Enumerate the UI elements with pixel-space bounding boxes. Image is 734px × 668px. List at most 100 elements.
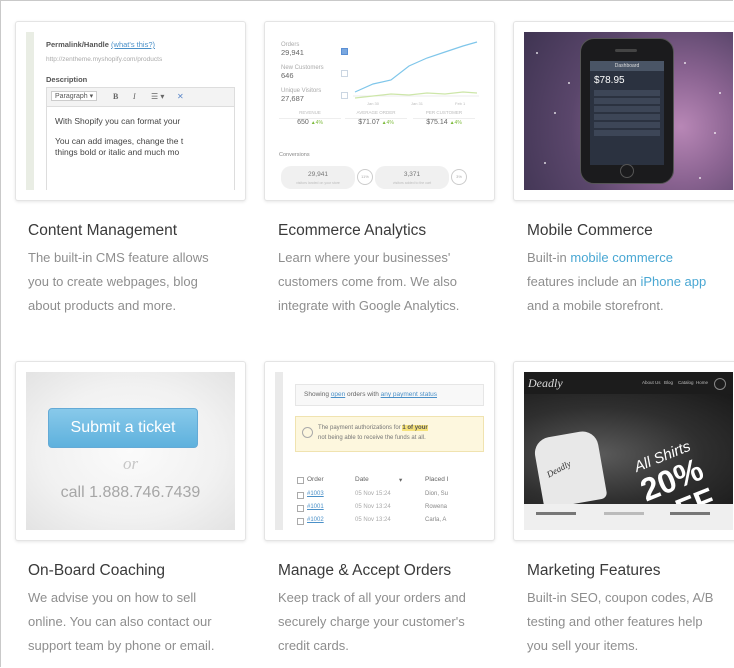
description-line: and a mobile storefront.	[527, 298, 664, 313]
description-line: Built-in SEO, coupon codes, A/B	[527, 590, 714, 605]
support-phone: call 1.888.746.7439	[60, 484, 201, 501]
feature-title: Content Management	[28, 222, 178, 239]
nav-link[interactable]: Home	[696, 380, 708, 385]
description-line: The built-in CMS feature allows	[28, 250, 209, 265]
order-date: 05 Nov 13:24	[355, 517, 391, 523]
bold-icon[interactable]: B	[113, 92, 118, 101]
whats-this-link[interactable]: (what's this?)	[111, 40, 155, 49]
description-line: you sell your items.	[527, 638, 639, 653]
column-placed-by[interactable]: Placed I	[425, 476, 449, 483]
editor-line: With Shopify you can format your	[55, 116, 181, 126]
phone-header: Dashboard	[590, 61, 664, 71]
nav-link[interactable]: Blog	[664, 380, 673, 385]
description-line: Learn where your businesses'	[278, 250, 451, 265]
kpi-orders: Orders 29,941	[281, 42, 304, 57]
editor-toolbar: Paragraph ▾ B I ☰ ▾ ✕	[46, 87, 235, 107]
column-order[interactable]: Order	[307, 476, 324, 483]
list-icon[interactable]: ☰ ▾	[151, 92, 164, 101]
phone-amount: $78.95	[594, 75, 625, 86]
feature-description: Built-in mobile commerce features include…	[527, 246, 732, 318]
order-customer: Carla, A	[425, 517, 447, 523]
permalink-label: Permalink/Handle (what's this?)	[46, 40, 155, 49]
kpi-checkbox[interactable]	[341, 70, 348, 77]
sidebar-strip	[26, 32, 34, 190]
column-date[interactable]: Date	[355, 476, 369, 483]
funnel-percent: 11%	[357, 169, 373, 185]
orders-screenshot: Showing open orders with any payment sta…	[264, 361, 495, 541]
nav-link[interactable]: About Us	[642, 380, 661, 385]
kpi-new-customers: New Customers 646	[281, 65, 324, 80]
store-logo: Deadly	[528, 376, 563, 390]
filter-open-link[interactable]: open	[331, 391, 345, 398]
order-link[interactable]: #1002	[307, 517, 324, 523]
kpi-unique-visitors: Unique Visitors 27,687	[281, 88, 322, 103]
description-line: integrate with Google Analytics.	[278, 298, 460, 313]
row-checkbox[interactable]	[297, 518, 304, 525]
order-customer: Dion, Su	[425, 491, 449, 497]
link-icon[interactable]: ✕	[177, 92, 184, 101]
row-checkbox[interactable]	[297, 492, 304, 499]
or-text: or	[122, 454, 139, 473]
description-link[interactable]: mobile commerce	[570, 250, 673, 265]
feature-description: Learn where your businesses' customers co…	[278, 246, 518, 318]
row-checkbox[interactable]	[297, 505, 304, 512]
nav-link[interactable]: Catalog	[678, 380, 694, 385]
description-line: Built-in mobile commerce	[527, 250, 673, 265]
description-line: Keep track of all your orders and	[278, 590, 466, 605]
traffic-line-chart: Jan 30 Jan 31 Feb 1	[353, 41, 479, 106]
store-nav: Deadly About Us Blog Catalog Home	[524, 372, 733, 394]
mobile-commerce-screenshot: Dashboard $78.95	[513, 21, 734, 201]
format-select[interactable]: Paragraph ▾	[51, 91, 98, 101]
home-button-icon	[620, 164, 634, 178]
onboard-coaching-screenshot: Submit a ticket or call 1.888.746.7439	[15, 361, 246, 541]
axis-label: Jan 31	[411, 101, 424, 106]
description-line: about products and more.	[28, 298, 177, 313]
funnel-percent: 3%	[451, 169, 467, 185]
axis-label: Jan 30	[367, 101, 380, 106]
order-link[interactable]: #1003	[307, 491, 324, 497]
feature-description: Built-in SEO, coupon codes, A/B testing a…	[527, 586, 732, 658]
feature-description: The built-in CMS feature allows you to cr…	[28, 246, 268, 318]
sort-icon[interactable]: ▾	[399, 476, 402, 484]
description-line: support team by phone or email.	[28, 638, 215, 653]
feature-title: On-Board Coaching	[28, 562, 165, 579]
filter-payment-link[interactable]: any payment status	[381, 391, 437, 398]
description-line: customers come from. We also	[278, 274, 457, 289]
kpi-checkbox[interactable]	[341, 92, 348, 99]
description-line: We advise you on how to sell	[28, 590, 197, 605]
kpi-checkbox[interactable]	[341, 48, 348, 55]
feature-title: Marketing Features	[527, 562, 661, 579]
feature-description: Keep track of all your orders and securel…	[278, 586, 518, 658]
submit-ticket-button[interactable]: Submit a ticket	[48, 408, 198, 448]
italic-icon[interactable]: I	[133, 92, 136, 101]
stat-revenue: 650 ▲4%	[279, 118, 341, 139]
order-date: 05 Nov 15:24	[355, 491, 391, 497]
iphone-image: Dashboard $78.95	[580, 38, 674, 184]
description-line: securely charge your customer's	[278, 614, 465, 629]
promo-banner: Deadly All Shirts 20% OFF	[524, 394, 733, 530]
stat-header: REVENUE	[299, 110, 321, 115]
stat-header: AVERAGE ORDER	[356, 110, 396, 115]
order-link[interactable]: #1001	[307, 504, 324, 510]
editor-body[interactable]: With Shopify you can format your You can…	[46, 106, 235, 190]
feature-description: We advise you on how to sell online. You …	[28, 586, 268, 658]
clock-icon	[302, 427, 313, 438]
ecommerce-analytics-screenshot: Orders 29,941 New Customers 646 Unique Vis…	[264, 21, 495, 201]
editor-line: You can add images, change the t	[55, 136, 184, 146]
feature-title: Ecommerce Analytics	[278, 222, 427, 239]
description-line: credit cards.	[278, 638, 349, 653]
thumbnail-strip	[524, 504, 733, 530]
orders-filter: Showing open orders with any payment sta…	[295, 384, 484, 406]
cart-icon[interactable]	[714, 378, 726, 390]
payment-alert: The payment authorizations for 1 of your…	[295, 416, 484, 452]
select-all-checkbox[interactable]	[297, 477, 304, 484]
description-line: testing and other features help	[527, 614, 703, 629]
order-date: 05 Nov 13:24	[355, 504, 391, 510]
permalink-url: http://zentheme.myshopify.com/products	[46, 56, 163, 63]
phone-screen: Dashboard $78.95	[590, 61, 664, 165]
description-line: you to create webpages, blog	[28, 274, 198, 289]
description-link[interactable]: iPhone app	[640, 274, 706, 289]
stat-average-order: $71.07 ▲4%	[345, 118, 407, 139]
stat-header: PER CUSTOMER	[425, 110, 463, 115]
feature-title: Mobile Commerce	[527, 222, 653, 239]
